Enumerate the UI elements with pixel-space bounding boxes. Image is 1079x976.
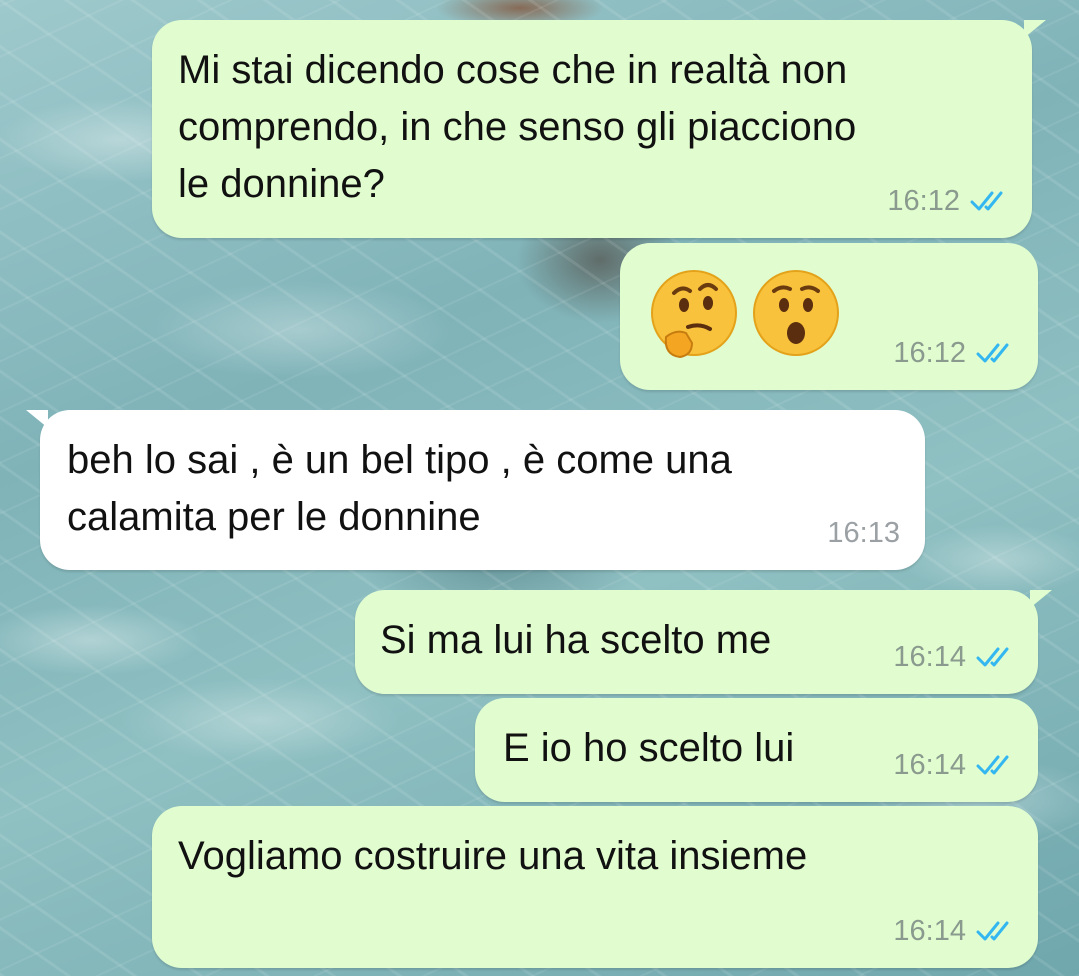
message-meta: 16:14 <box>893 748 1016 782</box>
thinking-face-icon <box>651 270 737 359</box>
message-meta: 16:14 <box>893 914 1016 948</box>
double-check-read-icon <box>976 921 1009 941</box>
bubble-tail <box>1024 20 1046 38</box>
outgoing-message-bubble[interactable]: Vogliamo costruire una vita insieme 16:1… <box>152 806 1038 968</box>
message-meta: 16:13 <box>827 516 900 550</box>
bubble-tail <box>26 410 48 428</box>
message-text: Si ma lui ha scelto me <box>380 618 772 662</box>
message-text: E io ho scelto lui <box>503 726 795 770</box>
outgoing-message-bubble[interactable]: E io ho scelto lui 16:14 <box>475 698 1038 802</box>
outgoing-message-bubble[interactable]: 16:12 <box>620 243 1038 390</box>
message-time: 16:14 <box>893 915 966 947</box>
bubble-tail <box>1030 590 1052 608</box>
double-check-read-icon <box>976 755 1009 775</box>
message-text: Vogliamo costruire una vita insieme <box>178 834 808 878</box>
message-time: 16:14 <box>893 641 966 673</box>
double-check-read-icon <box>976 647 1009 667</box>
message-meta: 16:12 <box>887 184 1010 218</box>
incoming-message-bubble[interactable]: beh lo sai , è un bel tipo , è come una … <box>26 410 925 570</box>
hushed-face-icon <box>753 270 839 356</box>
message-text: Mi stai dicendo cose che in realtà non c… <box>178 48 857 206</box>
message-meta: 16:12 <box>893 336 1016 370</box>
message-time: 16:14 <box>893 749 966 781</box>
message-time: 16:13 <box>827 517 900 549</box>
message-time: 16:12 <box>893 337 966 369</box>
outgoing-message-bubble[interactable]: Si ma lui ha scelto me 16:14 <box>355 590 1052 694</box>
double-check-read-icon <box>976 343 1009 363</box>
message-time: 16:12 <box>887 185 960 217</box>
message-text: beh lo sai , è un bel tipo , è come una … <box>67 438 732 539</box>
message-meta: 16:14 <box>893 640 1016 674</box>
outgoing-message-bubble[interactable]: Mi stai dicendo cose che in realtà non c… <box>152 20 1046 238</box>
double-check-read-icon <box>970 191 1003 211</box>
